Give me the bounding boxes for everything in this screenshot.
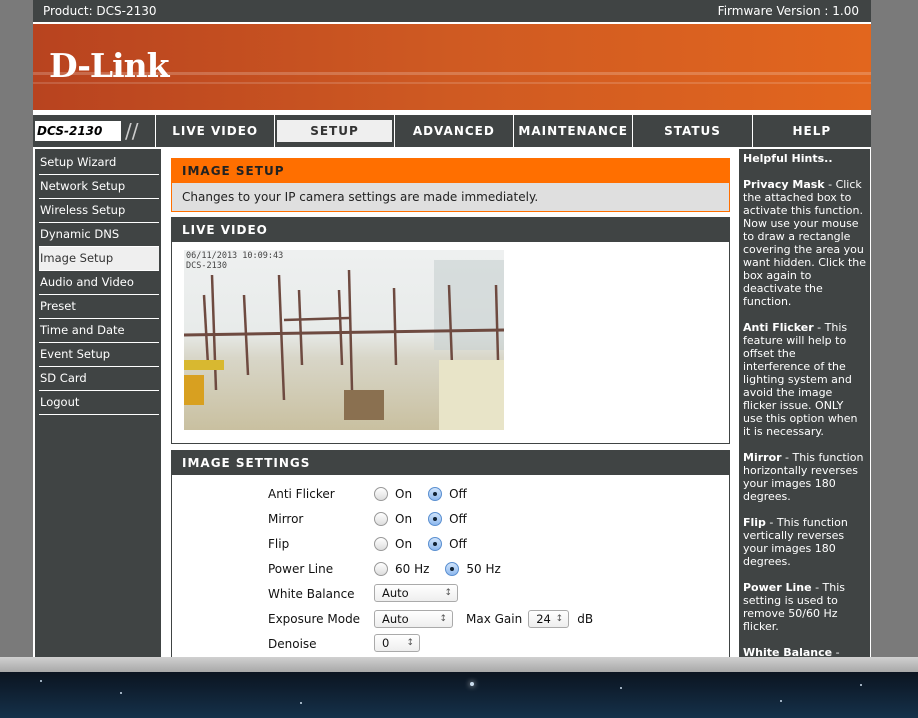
browser-status-bar <box>0 657 918 672</box>
sidebar-item-image-setup[interactable]: Image Setup <box>39 247 159 271</box>
hint-power-line: Power Line - This setting is used to rem… <box>743 581 846 633</box>
anti-flicker-off-radio[interactable] <box>428 487 443 501</box>
hint-white-balance: White Balance - White Balance - Is the p… <box>743 646 840 657</box>
top-bar: Product: DCS-2130 Firmware Version : 1.0… <box>33 0 871 22</box>
hints-title: Helpful Hints.. <box>743 152 833 165</box>
power-line-60hz-radio[interactable] <box>374 562 388 576</box>
tab-help[interactable]: HELP <box>753 115 871 147</box>
banner: D-Link <box>33 24 871 110</box>
camera-label: DCS-2130 <box>186 261 227 271</box>
sidebar-item-logout[interactable]: Logout <box>39 391 159 415</box>
panel-title: LIVE VIDEO <box>172 218 729 242</box>
mirror-on-radio[interactable] <box>374 512 388 526</box>
desktop-background <box>0 672 918 718</box>
camera-scene <box>184 260 504 430</box>
image-setup-panel: IMAGE SETUP Changes to your IP camera se… <box>171 158 730 212</box>
power-line-50hz-radio[interactable] <box>445 562 460 576</box>
tab-advanced[interactable]: ADVANCED <box>395 115 514 147</box>
sidebar-item-wireless-setup[interactable]: Wireless Setup <box>39 199 159 223</box>
hint-anti-flicker: Anti Flicker - This feature will help to… <box>743 321 858 438</box>
firmware-version: Firmware Version : 1.00 <box>717 4 859 18</box>
helpful-hints: Helpful Hints.. Privacy Mask - Click the… <box>738 149 870 657</box>
main-nav: DCS-2130// LIVE VIDEO SETUP ADVANCED MAI… <box>33 114 871 148</box>
panel-description: Changes to your IP camera settings are m… <box>182 190 539 204</box>
camera-timestamp: 06/11/2013 10:09:43 <box>186 251 284 261</box>
flip-off-radio[interactable] <box>428 537 443 551</box>
sidebar-item-dynamic-dns[interactable]: Dynamic DNS <box>39 223 159 247</box>
sidebar-item-sd-card[interactable]: SD Card <box>39 367 159 391</box>
mirror-off-radio[interactable] <box>428 512 443 526</box>
sidebar-item-time-date[interactable]: Time and Date <box>39 319 159 343</box>
tab-setup[interactable]: SETUP <box>275 115 395 147</box>
tab-live-video[interactable]: LIVE VIDEO <box>156 115 276 147</box>
hint-flip: Flip - This function vertically reverses… <box>743 516 848 568</box>
flip-on-radio[interactable] <box>374 537 388 551</box>
image-settings-panel: IMAGE SETTINGS Anti Flicker On Off Mirror… <box>171 450 730 657</box>
camera-overlay: 06/11/2013 10:09:43 DCS-2130 <box>186 251 283 271</box>
denoise-select[interactable]: 0 <box>374 634 420 652</box>
model-badge: DCS-2130// <box>33 115 156 147</box>
sidebar: Setup Wizard Network Setup Wireless Setu… <box>35 149 161 657</box>
hint-mirror: Mirror - This function horizontally reve… <box>743 451 864 503</box>
sidebar-item-setup-wizard[interactable]: Setup Wizard <box>39 151 159 175</box>
max-gain-select[interactable]: 24 <box>528 610 570 628</box>
sidebar-item-preset[interactable]: Preset <box>39 295 159 319</box>
tab-maintenance[interactable]: MAINTENANCE <box>514 115 634 147</box>
sidebar-item-audio-video[interactable]: Audio and Video <box>39 271 159 295</box>
panel-title: IMAGE SETTINGS <box>172 451 729 475</box>
live-video-panel: LIVE VIDEO 06/11/2013 10:09:43 DCS-2130 <box>171 217 730 444</box>
panel-title: IMAGE SETUP <box>172 159 729 183</box>
camera-web-ui: Product: DCS-2130 Firmware Version : 1.0… <box>33 0 871 657</box>
dlink-logo: D-Link <box>49 46 170 85</box>
white-balance-select[interactable]: Auto <box>374 584 458 602</box>
anti-flicker-on-radio[interactable] <box>374 487 388 501</box>
product-label: Product: DCS-2130 <box>43 4 157 18</box>
hint-privacy-mask: Privacy Mask - Click the attached box to… <box>743 178 867 308</box>
camera-feed: 06/11/2013 10:09:43 DCS-2130 <box>184 250 504 430</box>
sidebar-item-event-setup[interactable]: Event Setup <box>39 343 159 367</box>
sidebar-item-network-setup[interactable]: Network Setup <box>39 175 159 199</box>
tab-status[interactable]: STATUS <box>633 115 753 147</box>
exposure-mode-select[interactable]: Auto <box>374 610 453 628</box>
